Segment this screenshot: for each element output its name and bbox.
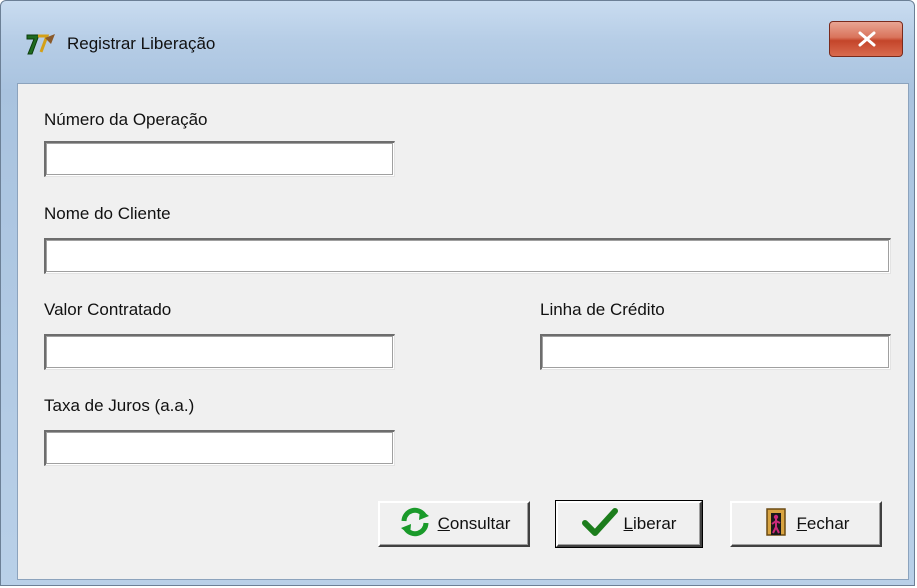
taxa-juros-label: Taxa de Juros (a.a.)	[44, 396, 195, 415]
numero-operacao-input[interactable]	[44, 141, 395, 177]
liberar-label: Liberar	[623, 514, 677, 533]
fechar-label: Fechar	[796, 514, 850, 533]
linha-credito-input[interactable]	[540, 334, 891, 370]
app-logo-icon	[25, 32, 57, 56]
exit-door-icon	[763, 506, 791, 543]
valor-contratado-input[interactable]	[44, 334, 395, 370]
form-panel: Número da Operação Nome do Cliente Valor…	[17, 83, 909, 580]
liberar-button[interactable]: Liberar	[555, 500, 703, 548]
refresh-icon	[398, 507, 432, 542]
numero-operacao-label: Número da Operação	[44, 110, 208, 129]
dialog-window: Registrar Liberação Número da Operação N…	[0, 0, 915, 586]
title-bar[interactable]: Registrar Liberação	[1, 1, 914, 83]
linha-credito-label: Linha de Crédito	[540, 300, 665, 319]
consultar-label: Consultar	[437, 514, 511, 533]
close-button[interactable]	[829, 21, 903, 57]
fechar-button[interactable]: Fechar	[730, 501, 882, 547]
nome-cliente-input[interactable]	[44, 238, 891, 274]
consultar-button[interactable]: Consultar	[378, 501, 530, 547]
valor-contratado-label: Valor Contratado	[44, 300, 172, 319]
taxa-juros-input[interactable]	[44, 430, 395, 466]
close-icon	[858, 31, 876, 47]
checkmark-icon	[581, 507, 618, 542]
window-title: Registrar Liberação	[67, 34, 216, 53]
nome-cliente-label: Nome do Cliente	[44, 204, 171, 223]
